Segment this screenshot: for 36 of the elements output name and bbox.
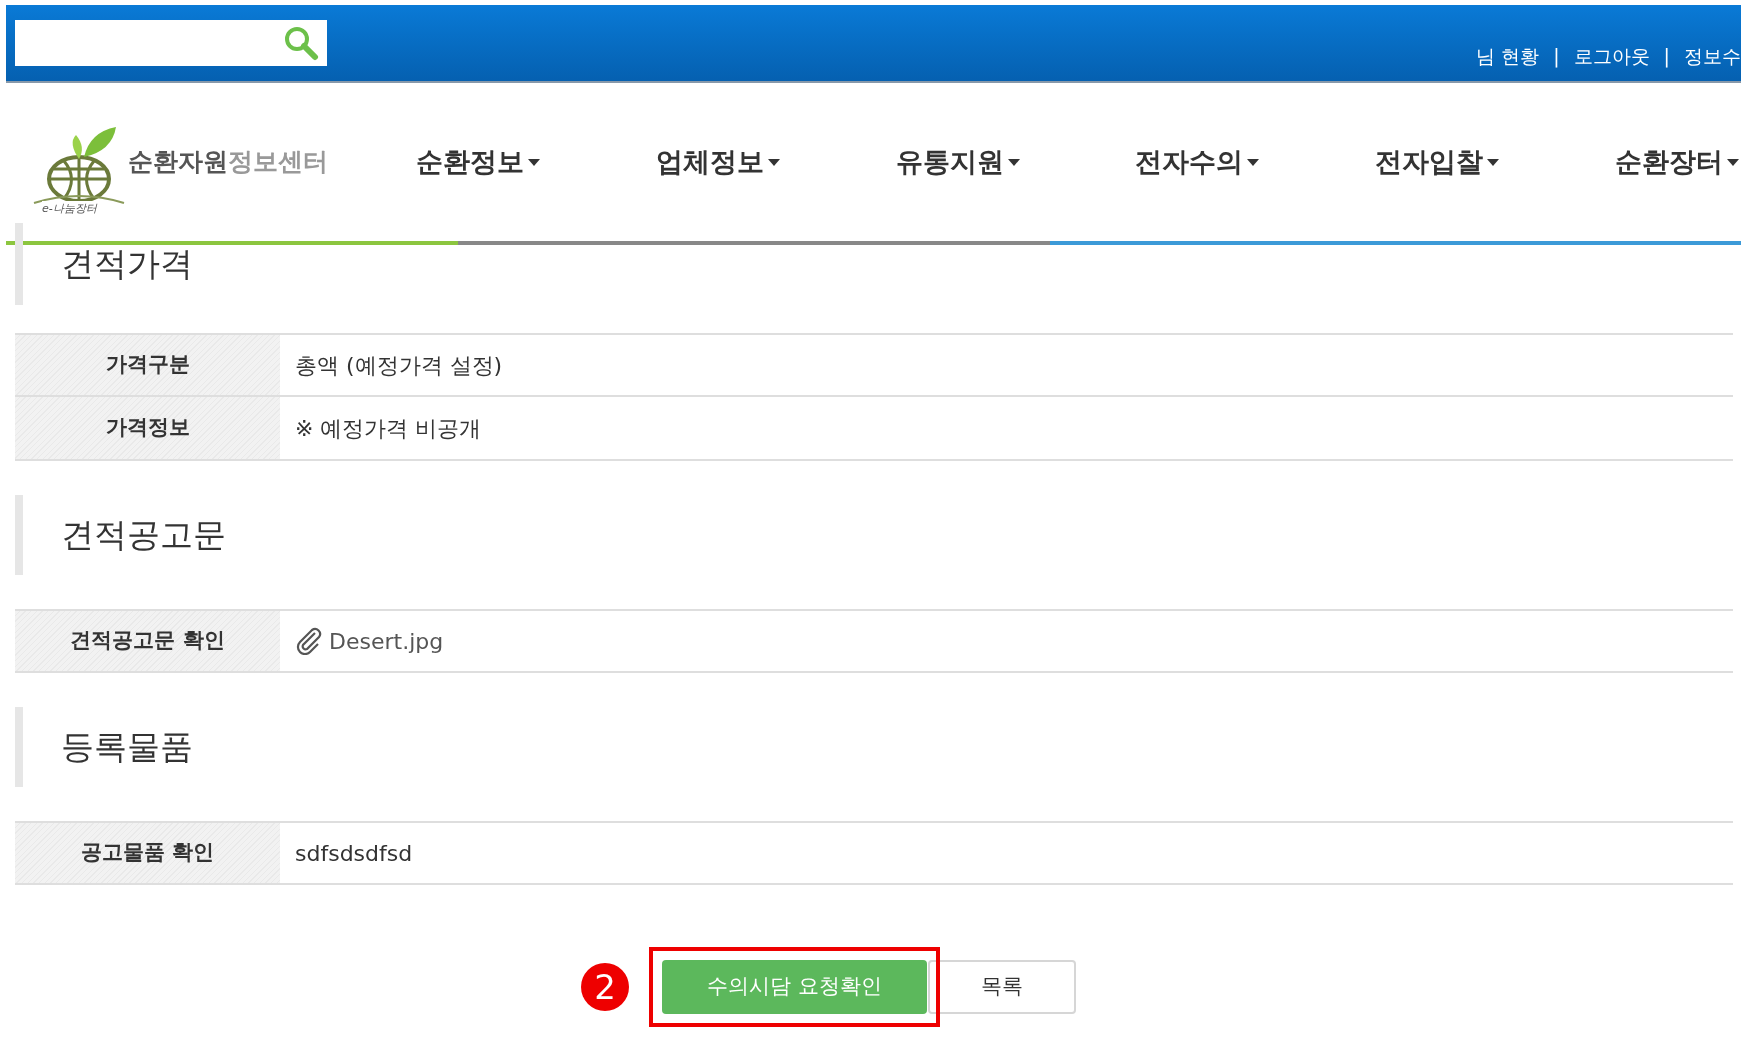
section-title: 견적가격 xyxy=(61,243,193,286)
row-value: 총액 (예정가격 설정) xyxy=(295,351,503,380)
row-label: 공고물품 확인 xyxy=(15,823,280,883)
nav-menu-item[interactable]: 유통지원 xyxy=(895,141,1020,183)
search-field[interactable] xyxy=(15,20,327,66)
row-label: 가격정보 xyxy=(15,397,280,459)
nav-menu-item[interactable]: 업체정보 xyxy=(655,141,780,183)
nav-menu-item[interactable]: 순환장터 xyxy=(1615,141,1739,183)
row-value: ※ 예정가격 비공개 xyxy=(295,414,482,443)
search-icon[interactable] xyxy=(283,25,319,61)
link-separator: | xyxy=(1553,44,1560,70)
section-title: 견적공고문 xyxy=(61,514,226,557)
logo-tagline: e-나눔장터 xyxy=(42,200,97,217)
nav-menu-item[interactable]: 전자수의 xyxy=(1135,141,1260,183)
nav-menu-item[interactable]: 전자입찰 xyxy=(1375,141,1500,183)
caret-icon xyxy=(1247,158,1260,166)
paperclip-icon xyxy=(295,627,323,655)
header-link[interactable]: 님 현황 xyxy=(1476,42,1540,71)
row-label: 가격구분 xyxy=(15,335,280,395)
link-separator: | xyxy=(1663,44,1670,70)
nav-menu-item[interactable]: 순환정보 xyxy=(416,141,540,183)
logo-subtitle: 정보센터 xyxy=(228,146,328,179)
step-badge: 2 xyxy=(581,963,629,1011)
caret-icon xyxy=(528,158,540,166)
caret-icon xyxy=(1007,158,1020,166)
file-link[interactable]: Desert.jpg xyxy=(329,624,444,658)
list-button[interactable]: 목록 xyxy=(928,960,1076,1014)
caret-icon xyxy=(1727,158,1739,166)
caret-icon xyxy=(767,158,780,166)
logo-title: 순환자원 xyxy=(128,146,228,179)
row-label: 견적공고문 확인 xyxy=(15,611,280,671)
row-value: sdfsdsdfsd xyxy=(295,839,413,868)
header-link[interactable]: 정보수 xyxy=(1684,42,1741,71)
caret-icon xyxy=(1487,158,1500,166)
header-link[interactable]: 로그아웃 xyxy=(1573,42,1650,71)
section-title: 등록물품 xyxy=(61,726,193,769)
